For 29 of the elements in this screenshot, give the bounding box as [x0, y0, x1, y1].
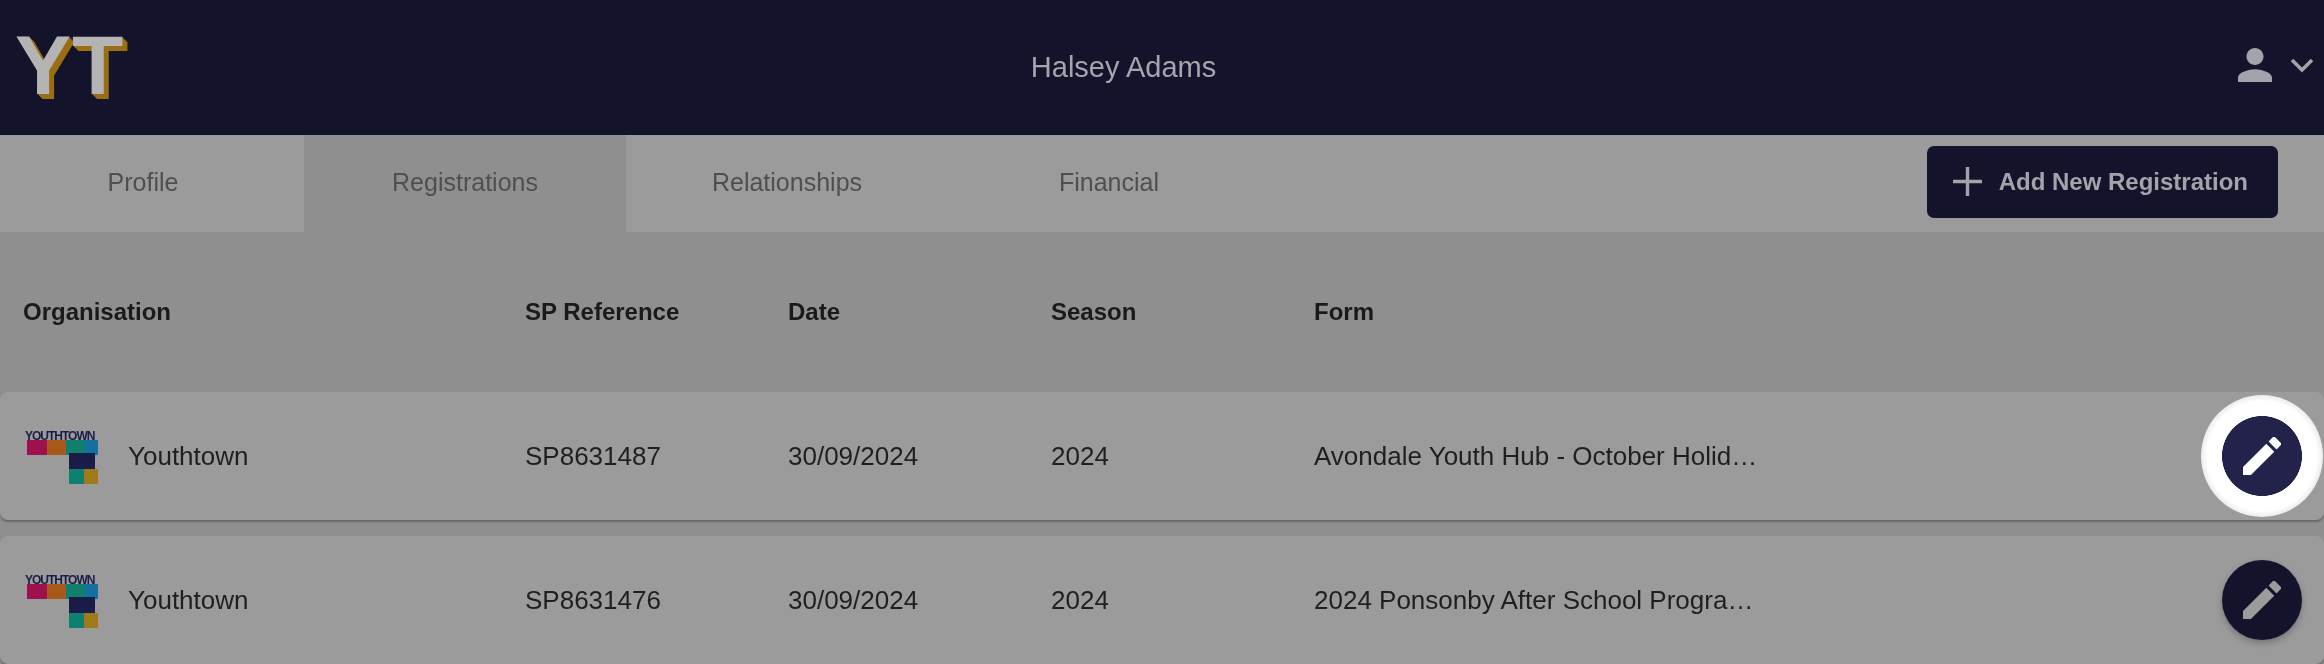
person-icon — [2238, 48, 2272, 82]
account-menu-button[interactable] — [2238, 48, 2314, 82]
column-header: Form — [1314, 298, 1374, 326]
column-header: Season — [1051, 298, 1137, 326]
user-name-title: Halsey Adams — [1030, 51, 1217, 84]
table-cell: SP8631476 — [525, 584, 661, 616]
table-cell: SP8631487 — [525, 440, 661, 472]
table-cell: 30/09/2024 — [788, 584, 919, 616]
column-header: Organisation — [23, 298, 172, 326]
table-cell: 2024 — [1051, 440, 1109, 472]
table-cell: 30/09/2024 — [788, 440, 919, 472]
table-cell: Youthtown — [128, 584, 249, 616]
chevron-down-icon — [2290, 57, 2314, 73]
tab[interactable]: Registrations — [304, 135, 626, 232]
edit-button[interactable] — [2201, 395, 2323, 517]
table-cell: 2024 Ponsonby After School Progra… — [1314, 584, 1754, 616]
app-logo: YT — [14, 20, 126, 114]
column-header: Date — [788, 298, 841, 326]
edit-button[interactable] — [2222, 560, 2302, 640]
table-cell: 2024 — [1051, 584, 1109, 616]
pencil-icon — [2243, 437, 2281, 475]
plus-icon — [1952, 167, 1982, 196]
organisation-logo: YOUTHTOWN — [25, 572, 98, 628]
pencil-icon — [2243, 581, 2281, 619]
add-registration-button[interactable]: Add New Registration — [1926, 145, 2278, 218]
table-cell: Avondale Youth Hub - October Holid… — [1314, 440, 1758, 472]
table-cell: Youthtown — [128, 440, 249, 472]
column-header: SP Reference — [525, 298, 680, 326]
organisation-logo: YOUTHTOWN — [25, 428, 98, 484]
